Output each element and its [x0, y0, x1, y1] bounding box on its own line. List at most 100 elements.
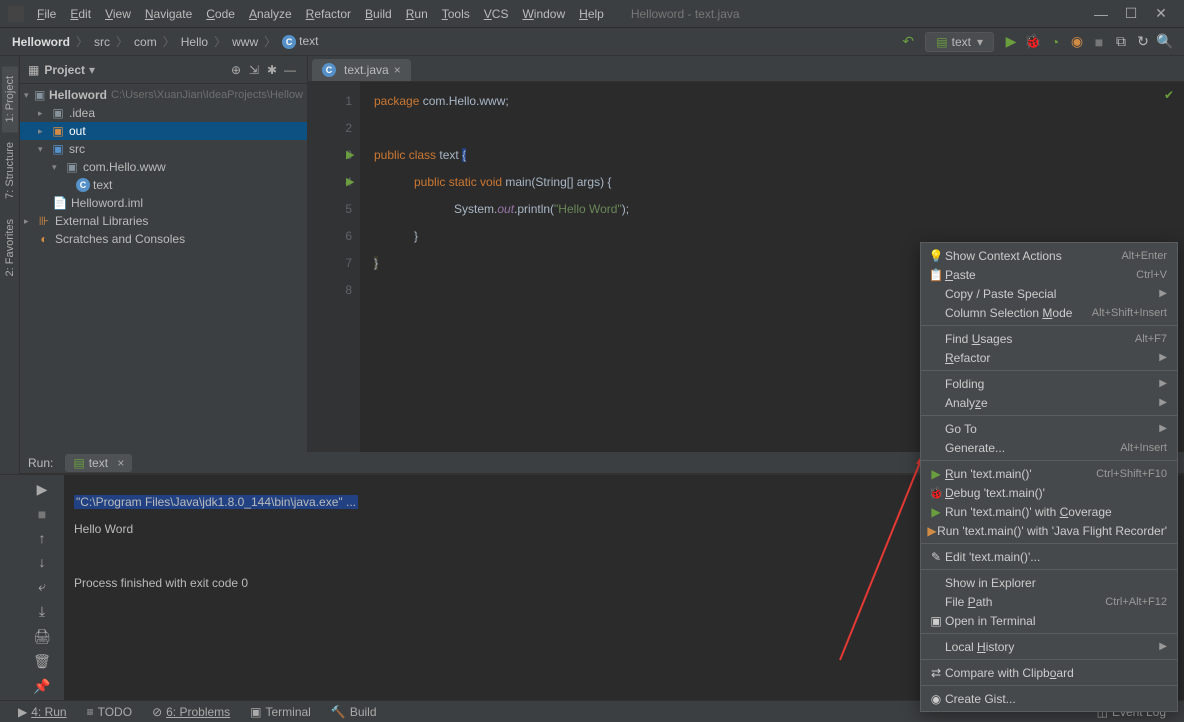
run-config-label: text: [952, 35, 971, 49]
sb-todo[interactable]: ≡TODO: [77, 705, 142, 719]
locate-icon[interactable]: ⊕: [227, 63, 245, 77]
ctx-item-label: Show Context Actions: [945, 249, 1121, 263]
scroll-end-icon[interactable]: ⤓: [39, 603, 45, 620]
minimize-button[interactable]: —: [1086, 6, 1116, 22]
ctx-show-context-actions[interactable]: 💡Show Context ActionsAlt+Enter: [921, 246, 1177, 265]
pin-icon[interactable]: 📌: [33, 678, 50, 695]
ctx-find-usages[interactable]: Find UsagesAlt+F7: [921, 329, 1177, 348]
up-icon[interactable]: ↑: [39, 530, 46, 546]
tree-file-text[interactable]: Ctext: [20, 176, 307, 194]
sb-terminal[interactable]: ▣Terminal: [240, 705, 321, 719]
tree-external-libs[interactable]: ▸⊪External Libraries: [20, 212, 307, 230]
menu-build[interactable]: Build: [358, 4, 399, 24]
clear-icon[interactable]: 🗑: [33, 653, 51, 670]
sb-problems[interactable]: ⊘6: Problems: [142, 705, 240, 719]
ctx-analyze[interactable]: Analyze▶: [921, 393, 1177, 412]
menu-run[interactable]: Run: [399, 4, 435, 24]
ctx-folding[interactable]: Folding▶: [921, 374, 1177, 393]
maximize-button[interactable]: ☐: [1116, 5, 1146, 22]
menu-tools[interactable]: Tools: [435, 4, 477, 24]
ctx-refactor[interactable]: Refactor▶: [921, 348, 1177, 367]
ctx-item-label: Local History: [945, 640, 1159, 654]
sb-run[interactable]: ▶4: Run: [8, 705, 77, 719]
close-button[interactable]: ✕: [1146, 5, 1176, 22]
coverage-button[interactable]: ◔: [1044, 34, 1066, 50]
ctx-run-text-main[interactable]: ▶Run 'text.main()'Ctrl+Shift+F10: [921, 464, 1177, 483]
ctx-copy-paste-special[interactable]: Copy / Paste Special▶: [921, 284, 1177, 303]
tree-iml[interactable]: 📄Helloword.iml: [20, 194, 307, 212]
ctx-item-icon: ▶: [927, 467, 945, 481]
ctx-local-history[interactable]: Local History▶: [921, 637, 1177, 656]
ctx-paste[interactable]: 📋PasteCtrl+V: [921, 265, 1177, 284]
tree-idea[interactable]: ▸▣.idea: [20, 104, 307, 122]
menu-analyze[interactable]: Analyze: [242, 4, 299, 24]
left-sidebar-tabs: 1: Project 7: Structure 2: Favorites: [0, 56, 20, 474]
menu-vcs[interactable]: VCS: [477, 4, 516, 24]
search-icon[interactable]: 🔍: [1154, 33, 1176, 50]
menu-help[interactable]: Help: [572, 4, 611, 24]
soft-wrap-icon[interactable]: ⤶: [38, 578, 46, 595]
tree-scratches[interactable]: ◐Scratches and Consoles: [20, 230, 307, 248]
favorites-tab[interactable]: 2: Favorites: [2, 209, 18, 286]
rerun-icon[interactable]: ▶: [37, 481, 48, 498]
down-icon[interactable]: ↓: [39, 554, 46, 570]
breadcrumb-www[interactable]: www: [228, 35, 262, 49]
close-tab-icon[interactable]: ×: [394, 63, 401, 77]
menu-window[interactable]: Window: [515, 4, 572, 24]
stop-run-icon[interactable]: ■: [38, 506, 46, 522]
tree-package[interactable]: ▾▣com.Hello.www: [20, 158, 307, 176]
update-button[interactable]: ↻: [1132, 33, 1154, 50]
ctx-run-text-main-with-coverage[interactable]: ▶Run 'text.main()' with Coverage: [921, 502, 1177, 521]
tree-src[interactable]: ▾▣src: [20, 140, 307, 158]
profile-button[interactable]: ◉: [1066, 33, 1088, 50]
ctx-debug-text-main[interactable]: 🐞Debug 'text.main()': [921, 483, 1177, 502]
menu-file[interactable]: File: [30, 4, 63, 24]
tree-root[interactable]: ▾▣HellowordC:\Users\XuanJian\IdeaProject…: [20, 86, 307, 104]
editor-tab-text[interactable]: C text.java ×: [312, 59, 411, 81]
run-button[interactable]: ▶: [1000, 33, 1022, 50]
breadcrumb-helloword[interactable]: Helloword: [8, 35, 74, 49]
ctx-create-gist[interactable]: ◉Create Gist...: [921, 689, 1177, 708]
context-separator: [921, 415, 1177, 416]
print-icon[interactable]: 🖨: [33, 628, 51, 645]
ctx-go-to[interactable]: Go To▶: [921, 419, 1177, 438]
close-icon[interactable]: ×: [117, 456, 124, 470]
tree-out[interactable]: ▸▣out: [20, 122, 307, 140]
structure-tab[interactable]: 7: Structure: [2, 132, 18, 209]
ctx-open-in-terminal[interactable]: ▣Open in Terminal: [921, 611, 1177, 630]
breadcrumb-hello[interactable]: Hello: [177, 35, 212, 49]
ctx-column-selection-mode[interactable]: Column Selection ModeAlt+Shift+Insert: [921, 303, 1177, 322]
expand-icon[interactable]: ⇲: [245, 63, 263, 77]
inspection-ok-icon[interactable]: ✔: [1164, 88, 1174, 102]
breadcrumb-com[interactable]: com: [130, 35, 161, 49]
ctx-shortcut: Ctrl+V: [1136, 269, 1167, 281]
breadcrumb-src[interactable]: src: [90, 35, 114, 49]
run-gutter-icon[interactable]: ▶: [346, 142, 354, 169]
run-tab[interactable]: ▤text ×: [65, 454, 132, 472]
menu-edit[interactable]: Edit: [63, 4, 98, 24]
attach-button[interactable]: ⧉: [1110, 33, 1132, 50]
stop-button[interactable]: ■: [1088, 34, 1110, 50]
ctx-file-path[interactable]: File PathCtrl+Alt+F12: [921, 592, 1177, 611]
menu-code[interactable]: Code: [199, 4, 242, 24]
settings-icon[interactable]: ✱: [263, 63, 281, 77]
context-separator: [921, 685, 1177, 686]
menu-view[interactable]: View: [98, 4, 138, 24]
context-menu: 💡Show Context ActionsAlt+Enter📋PasteCtrl…: [920, 242, 1178, 712]
breadcrumb-text[interactable]: Ctext: [278, 34, 322, 49]
sb-build[interactable]: 🔨Build: [321, 705, 387, 719]
ctx-show-in-explorer[interactable]: Show in Explorer: [921, 573, 1177, 592]
project-tab[interactable]: 1: Project: [2, 66, 18, 132]
ctx-run-text-main-with-java-flight-recorder[interactable]: ▶Run 'text.main()' with 'Java Flight Rec…: [921, 521, 1177, 540]
ctx-generate[interactable]: Generate...Alt+Insert: [921, 438, 1177, 457]
ctx-edit-text-main[interactable]: ✎Edit 'text.main()'...: [921, 547, 1177, 566]
run-gutter-icon[interactable]: ▶: [346, 169, 354, 196]
menu-navigate[interactable]: Navigate: [138, 4, 199, 24]
back-nav-icon[interactable]: ↶: [897, 33, 919, 50]
menu-refactor[interactable]: Refactor: [299, 4, 358, 24]
chevron-down-icon[interactable]: ▾: [89, 63, 95, 77]
collapse-icon[interactable]: —: [281, 63, 299, 77]
debug-button[interactable]: 🐞: [1022, 33, 1044, 50]
ctx-compare-with-clipboard[interactable]: ⇄Compare with Clipboard: [921, 663, 1177, 682]
run-config-select[interactable]: ▤ text ▾: [925, 32, 994, 52]
